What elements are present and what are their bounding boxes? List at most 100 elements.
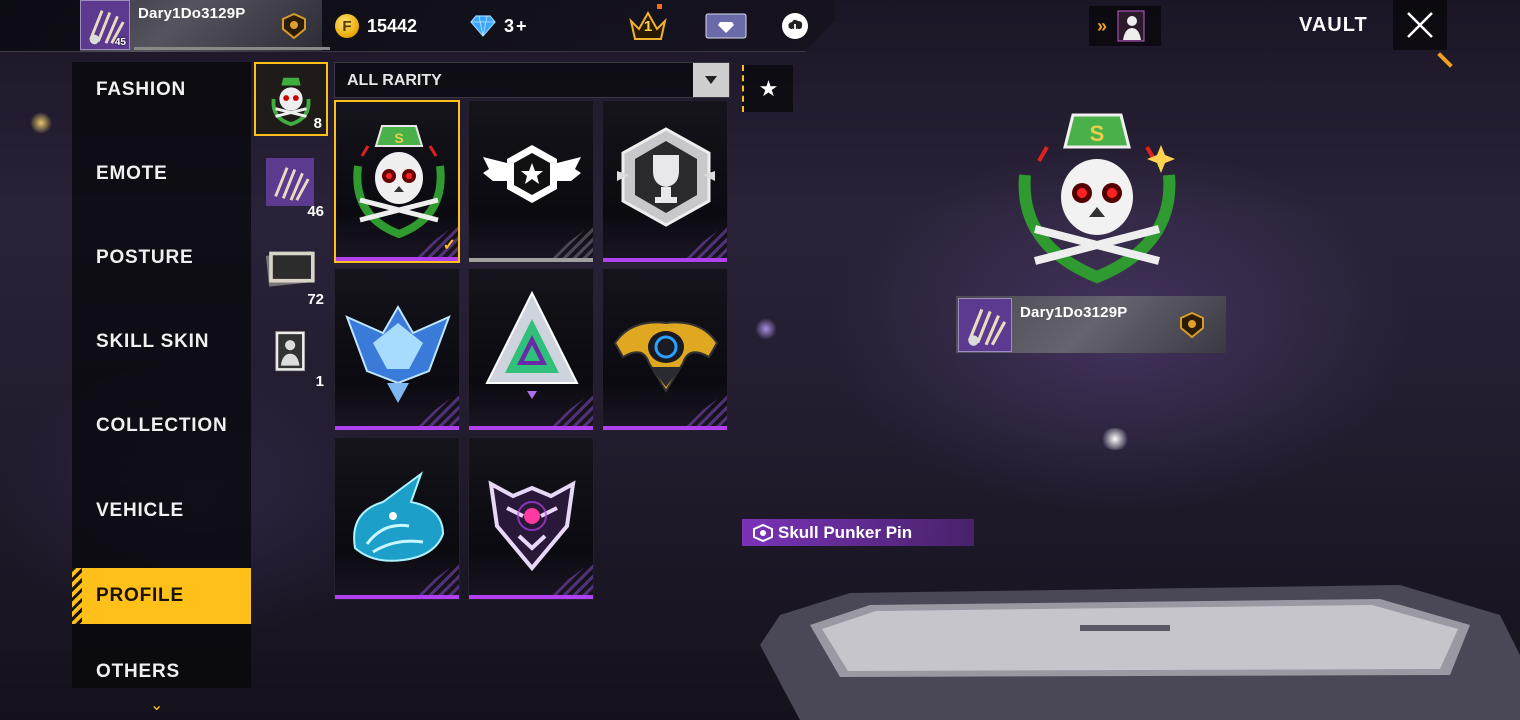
equipped-check-icon: ✓ — [442, 237, 456, 254]
rarity-filter-label: ALL RARITY — [347, 72, 442, 89]
background-light — [755, 318, 777, 340]
nav-item-vehicle[interactable]: VEHICLE — [72, 483, 251, 539]
banner-icon — [265, 251, 315, 287]
nav-item-label: VEHICLE — [96, 500, 184, 521]
grid-item-silver-trophy-badge[interactable] — [602, 100, 728, 263]
chevron-down-icon[interactable]: ⌄ — [150, 695, 163, 715]
membership-card-icon — [705, 13, 747, 39]
grid-item-winged-star-badge[interactable] — [468, 100, 594, 263]
rarity-bar — [335, 426, 459, 430]
subtab-profile-cards[interactable]: 1 — [254, 318, 328, 392]
nav-item-label: EMOTE — [96, 163, 168, 184]
subtab-pins[interactable]: 8 — [254, 62, 328, 136]
favorite-filter-button[interactable]: ★ — [742, 65, 793, 112]
nav-item-label: OTHERS — [96, 661, 180, 682]
rank-number: 1 — [643, 18, 653, 35]
skull-punker-pin-icon: S — [353, 125, 445, 239]
grid-item-gold-tech-emblem[interactable] — [602, 268, 728, 431]
svg-text:S: S — [394, 130, 403, 146]
player-level: 45 — [114, 37, 126, 48]
diamond-amount: 3 — [504, 15, 515, 36]
preview-avatar — [958, 298, 1012, 352]
player-avatar: 45 — [80, 0, 130, 50]
grid-item-neon-triangle-badge[interactable] — [468, 268, 594, 431]
selected-item-name-tag: Skull Punker Pin — [742, 519, 974, 546]
diamond-counter[interactable]: 3 + — [470, 12, 527, 40]
tiger-face-icon — [488, 480, 576, 572]
selected-item-name: Skull Punker Pin — [778, 522, 913, 542]
svg-text:S: S — [1090, 121, 1105, 146]
preview-nametag: Dary1Do3129P — [956, 296, 1226, 353]
rank-crown-button[interactable]: 1 — [628, 4, 668, 44]
corner-accent — [1437, 52, 1453, 68]
preview-player-name: Dary1Do3129P — [1020, 304, 1128, 321]
crystal-wings-badge-icon — [345, 304, 451, 403]
rarity-bar — [469, 426, 593, 430]
shortcut-button[interactable]: » — [1089, 6, 1161, 46]
category-sidebar: FASHION EMOTE POSTURE SKILL SKIN COLLECT… — [72, 62, 251, 688]
rarity-bar — [603, 426, 727, 430]
profile-card-icon — [275, 331, 306, 372]
nav-item-label: COLLECTION — [96, 415, 228, 436]
nav-item-skill-skin[interactable]: SKILL SKIN — [72, 314, 251, 370]
winged-star-badge-icon — [483, 145, 581, 203]
nav-item-posture[interactable]: POSTURE — [72, 230, 251, 286]
nav-item-label: SKILL SKIN — [96, 331, 210, 352]
subtab-count: 72 — [307, 291, 324, 308]
preview-item-image: S — [1018, 113, 1176, 284]
subtab-banners[interactable]: 72 — [254, 236, 328, 310]
character-portrait-icon — [1117, 10, 1145, 42]
avatar-icon — [266, 158, 314, 206]
gold-counter[interactable]: F 15442 — [335, 12, 417, 40]
subtab-avatars[interactable]: 46 — [254, 148, 328, 222]
rarity-bar — [469, 258, 593, 262]
close-button[interactable] — [1393, 0, 1447, 50]
subtab-count: 46 — [307, 203, 324, 220]
dropdown-arrow-icon[interactable] — [693, 63, 729, 97]
claw-hand-icon — [959, 299, 1011, 351]
nav-item-profile[interactable]: PROFILE — [72, 568, 251, 624]
membership-card-button[interactable] — [704, 8, 748, 44]
close-icon — [1407, 12, 1433, 38]
rarity-bar — [603, 258, 727, 262]
pin-icon — [271, 77, 311, 127]
background-light — [1100, 428, 1130, 450]
nav-item-collection[interactable]: COLLECTION — [72, 398, 251, 454]
rarity-bar — [335, 595, 459, 599]
diamond-add-icon[interactable]: + — [516, 16, 527, 37]
cloud-download-icon — [782, 13, 808, 39]
xp-bar — [134, 47, 330, 50]
display-stage — [760, 585, 1520, 720]
subtab-count: 8 — [313, 115, 322, 132]
silver-trophy-hexagon-icon — [617, 127, 715, 227]
pin-type-icon — [753, 523, 773, 542]
star-icon: ★ — [758, 75, 779, 101]
page-title: VAULT — [1299, 14, 1368, 36]
rarity-bar — [469, 595, 593, 599]
rank-badge-icon — [281, 12, 307, 40]
double-chevron-right-icon: » — [1097, 15, 1108, 36]
rank-badge-icon — [1179, 311, 1205, 339]
cloud-download-button[interactable] — [775, 8, 815, 44]
nav-item-emote[interactable]: EMOTE — [72, 146, 251, 202]
grid-item-cyan-dragon-head[interactable] — [334, 437, 460, 600]
nav-item-label: PROFILE — [96, 585, 184, 606]
rarity-filter-dropdown[interactable]: ALL RARITY — [334, 62, 730, 98]
diamond-icon — [470, 15, 496, 37]
background-light — [30, 112, 52, 134]
nav-item-fashion[interactable]: FASHION — [72, 62, 251, 118]
gold-amount: 15442 — [367, 15, 418, 36]
nav-item-label: POSTURE — [96, 247, 194, 268]
cyan-dragon-head-icon — [353, 471, 445, 562]
nav-item-label: FASHION — [96, 79, 187, 100]
grid-item-tiger-face[interactable] — [468, 437, 594, 600]
notification-dot — [657, 4, 662, 9]
nav-item-others[interactable]: OTHERS — [72, 652, 251, 692]
rarity-bar — [336, 257, 458, 261]
grid-item-skull-punker-pin[interactable]: S ✓ — [334, 100, 460, 263]
neon-triangle-badge-icon — [485, 290, 579, 399]
grid-item-crystal-wings-badge[interactable] — [334, 268, 460, 431]
player-name: Dary1Do3129P — [138, 5, 246, 22]
gold-tech-emblem-icon — [613, 321, 719, 393]
subtab-count: 1 — [315, 373, 324, 390]
